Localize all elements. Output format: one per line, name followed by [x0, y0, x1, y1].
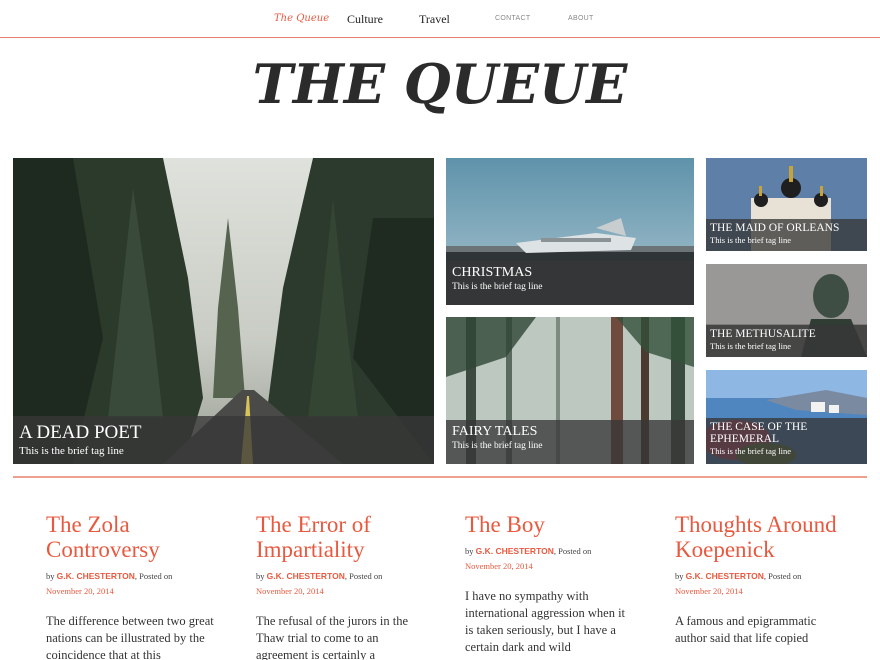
article-title-link[interactable]: Thoughts Around Koepenick: [675, 512, 843, 562]
article-meta: by G.K. CHESTERTON, Posted on November 2…: [675, 569, 843, 599]
section-divider: [13, 476, 867, 478]
feature-tile-dead-poet[interactable]: A DEAD POET This is the brief tag line: [13, 158, 434, 464]
feature-caption: THE CASE OF THE EPHEMERAL This is the br…: [706, 418, 867, 464]
posted-label: , Posted on: [134, 571, 173, 581]
author-link[interactable]: G.K. CHESTERTON: [267, 571, 345, 581]
feature-caption: FAIRY TALES This is the brief tag line: [446, 420, 694, 464]
feature-title: CHRISTMAS: [452, 265, 533, 280]
article-title-link[interactable]: The Error of Impartiality: [256, 512, 424, 562]
feature-tagline: This is the brief tag line: [452, 440, 543, 451]
site-title: THE QUEUE: [252, 52, 628, 116]
article-meta: by G.K. CHESTERTON, Posted on November 2…: [256, 569, 424, 599]
article-title-link[interactable]: The Boy: [465, 512, 633, 537]
posted-label: , Posted on: [763, 571, 802, 581]
feature-tagline: This is the brief tag line: [710, 341, 791, 352]
post-date: November 20, 2014: [46, 586, 114, 596]
post-date: November 20, 2014: [675, 586, 743, 596]
feature-title: A DEAD POET: [19, 422, 142, 443]
article-card: The Error of Impartiality by G.K. CHESTE…: [256, 512, 424, 660]
article-excerpt: I have no sympathy with international ag…: [465, 589, 626, 654]
article-title-link[interactable]: The Zola Controversy: [46, 512, 214, 562]
article-excerpt: The refusal of the jurors in the Thaw tr…: [256, 614, 409, 660]
author-link[interactable]: G.K. CHESTERTON: [476, 546, 554, 556]
feature-title: FAIRY TALES: [452, 424, 538, 439]
feature-tagline: This is the brief tag line: [19, 444, 124, 457]
article-excerpt: The difference between two great nations…: [46, 614, 214, 660]
post-date: November 20, 2014: [256, 586, 324, 596]
nav-brand-link[interactable]: The Queue: [274, 13, 329, 24]
feature-tile-fairy-tales[interactable]: FAIRY TALES This is the brief tag line: [446, 317, 694, 464]
byline-prefix: by: [465, 546, 474, 556]
article-card: Thoughts Around Koepenick by G.K. CHESTE…: [675, 512, 843, 647]
posted-label: , Posted on: [344, 571, 383, 581]
top-nav: The Queue Culture Travel CONTACT ABOUT: [0, 0, 880, 38]
feature-tagline: This is the brief tag line: [710, 235, 791, 246]
feature-title: THE METHUSALITE: [710, 328, 816, 340]
feature-caption: CHRISTMAS This is the brief tag line: [446, 261, 694, 305]
byline-prefix: by: [256, 571, 265, 581]
author-link[interactable]: G.K. CHESTERTON: [686, 571, 764, 581]
nav-item-travel[interactable]: Travel: [419, 12, 450, 27]
feature-tile-case-of-the-ephemeral[interactable]: THE CASE OF THE EPHEMERAL This is the br…: [706, 370, 867, 464]
author-link[interactable]: G.K. CHESTERTON: [57, 571, 135, 581]
article-excerpt: A famous and epigrammatic author said th…: [675, 614, 817, 645]
feature-title: THE CASE OF THE EPHEMERAL: [710, 421, 808, 446]
nav-item-contact[interactable]: CONTACT: [495, 15, 530, 22]
posted-label: , Posted on: [553, 546, 592, 556]
article-card: The Boy by G.K. CHESTERTON, Posted on No…: [465, 512, 633, 656]
feature-tile-maid-of-orleans[interactable]: THE MAID OF ORLEANS This is the brief ta…: [706, 158, 867, 251]
byline-prefix: by: [675, 571, 684, 581]
feature-tagline: This is the brief tag line: [452, 281, 543, 292]
feature-caption: THE MAID OF ORLEANS This is the brief ta…: [706, 219, 867, 251]
article-meta: by G.K. CHESTERTON, Posted on November 2…: [46, 569, 214, 599]
nav-item-about[interactable]: ABOUT: [568, 15, 594, 22]
feature-tagline: This is the brief tag line: [710, 446, 791, 457]
byline-prefix: by: [46, 571, 55, 581]
post-date: November 20, 2014: [465, 561, 533, 571]
feature-title: THE MAID OF ORLEANS: [710, 222, 840, 234]
feature-tile-methusalite[interactable]: THE METHUSALITE This is the brief tag li…: [706, 264, 867, 357]
feature-caption: A DEAD POET This is the brief tag line: [13, 416, 434, 464]
feature-caption: THE METHUSALITE This is the brief tag li…: [706, 325, 867, 357]
article-card: The Zola Controversy by G.K. CHESTERTON,…: [46, 512, 214, 660]
nav-item-culture[interactable]: Culture: [347, 12, 383, 27]
article-meta: by G.K. CHESTERTON, Posted on November 2…: [465, 544, 633, 574]
feature-tile-christmas[interactable]: CHRISTMAS This is the brief tag line: [446, 158, 694, 305]
